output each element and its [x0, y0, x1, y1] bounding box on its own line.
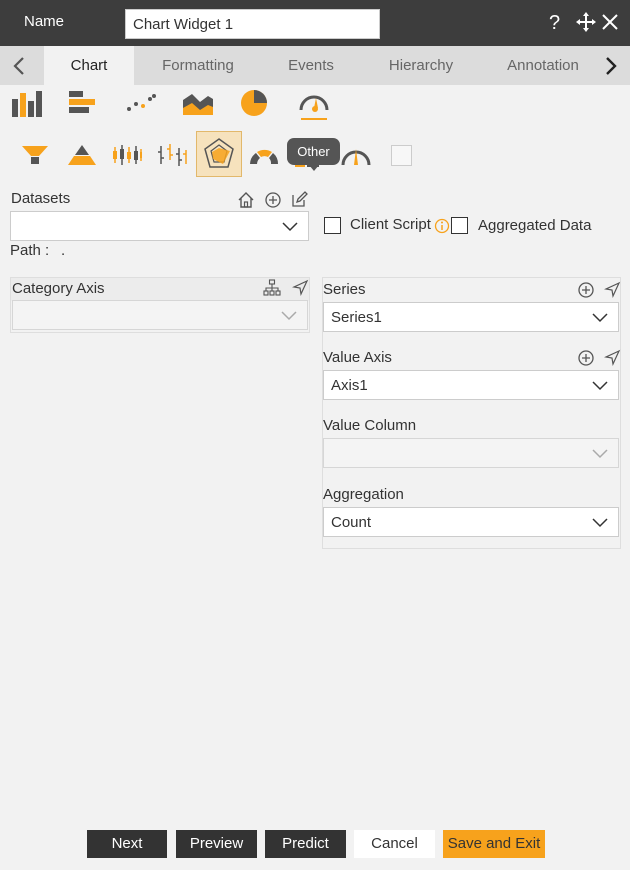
navigate-icon[interactable]	[604, 281, 621, 298]
edit-dataset-icon[interactable]	[290, 190, 308, 208]
scatter-chart-icon[interactable]	[126, 92, 156, 114]
add-value-axis-icon[interactable]	[577, 349, 595, 367]
series-value: Series1	[331, 309, 382, 326]
aggregated-data-checkbox[interactable]	[451, 217, 468, 234]
funnel-chart-icon[interactable]	[21, 144, 49, 166]
column-chart-icon[interactable]	[11, 89, 43, 117]
move-icon[interactable]	[575, 11, 597, 38]
tab-scroll-left-button[interactable]	[4, 46, 34, 85]
tab-scroll-right-button[interactable]	[596, 46, 626, 85]
tab-events[interactable]: Events	[270, 46, 352, 85]
name-label: Name	[24, 13, 65, 30]
chevron-down-icon	[592, 518, 608, 528]
aggregation-select[interactable]: Count	[323, 507, 619, 537]
navigate-icon[interactable]	[604, 349, 621, 366]
empty-chart-icon[interactable]	[391, 145, 412, 166]
save-and-exit-button[interactable]: Save and Exit	[443, 830, 545, 858]
navigate-icon[interactable]	[292, 279, 309, 296]
widget-header: Name ?	[0, 0, 630, 46]
widget-name-input[interactable]	[125, 9, 380, 39]
chevron-down-icon	[592, 313, 608, 323]
info-icon[interactable]	[434, 218, 450, 234]
question-icon[interactable]: ?	[549, 12, 560, 34]
gauge-chart-icon[interactable]	[297, 88, 331, 122]
close-icon[interactable]	[601, 13, 619, 36]
datasets-select[interactable]	[10, 211, 309, 241]
client-script-label: Client Script	[350, 216, 431, 233]
tab-formatting[interactable]: Formatting	[148, 46, 248, 85]
tab-bar: Chart Formatting Events Hierarchy Annota…	[0, 46, 630, 85]
tab-chart[interactable]: Chart	[44, 46, 134, 85]
path-value: .	[61, 242, 66, 259]
series-select[interactable]: Series1	[323, 302, 619, 332]
meter-chart-icon[interactable]	[339, 141, 373, 171]
hierarchy-icon[interactable]	[263, 279, 281, 297]
category-axis-label: Category Axis	[12, 280, 105, 297]
radar-chart-icon[interactable]	[202, 137, 236, 171]
chevron-left-icon	[13, 56, 24, 75]
value-axis-label: Value Axis	[323, 349, 392, 366]
cancel-button[interactable]: Cancel	[354, 830, 435, 858]
area-chart-icon[interactable]	[182, 90, 214, 116]
pyramid-chart-icon[interactable]	[67, 143, 97, 167]
predict-button[interactable]: Predict	[265, 830, 346, 858]
chevron-down-icon	[592, 381, 608, 391]
add-dataset-icon[interactable]	[264, 191, 282, 209]
chevron-down-icon	[281, 311, 297, 321]
category-axis-select[interactable]	[12, 300, 308, 330]
home-icon[interactable]	[237, 191, 255, 209]
ohlc-chart-icon[interactable]	[157, 142, 189, 168]
candlestick-chart-icon[interactable]	[111, 143, 143, 167]
add-series-icon[interactable]	[577, 281, 595, 299]
value-axis-select[interactable]: Axis1	[323, 370, 619, 400]
value-axis-value: Axis1	[331, 377, 368, 394]
pie-chart-icon[interactable]	[240, 88, 270, 118]
tab-hierarchy[interactable]: Hierarchy	[375, 46, 467, 85]
bar-chart-icon[interactable]	[68, 89, 98, 117]
chevron-right-icon	[606, 56, 617, 75]
semi-donut-chart-icon[interactable]	[248, 146, 280, 166]
value-column-label: Value Column	[323, 417, 417, 434]
path-label: Path :	[10, 242, 50, 259]
datasets-label: Datasets	[11, 190, 71, 207]
tab-annotation[interactable]: Annotation	[497, 46, 589, 85]
aggregated-data-label: Aggregated Data	[478, 217, 592, 234]
aggregation-value: Count	[331, 514, 372, 531]
aggregation-label: Aggregation	[323, 486, 404, 503]
preview-button[interactable]: Preview	[176, 830, 257, 858]
chevron-down-icon	[592, 449, 608, 459]
chart-type-tooltip: Other	[287, 138, 340, 171]
next-button[interactable]: Next	[87, 830, 167, 858]
chevron-down-icon	[282, 222, 298, 232]
value-column-select[interactable]	[323, 438, 619, 468]
series-label: Series	[323, 281, 366, 298]
client-script-checkbox[interactable]	[324, 217, 341, 234]
